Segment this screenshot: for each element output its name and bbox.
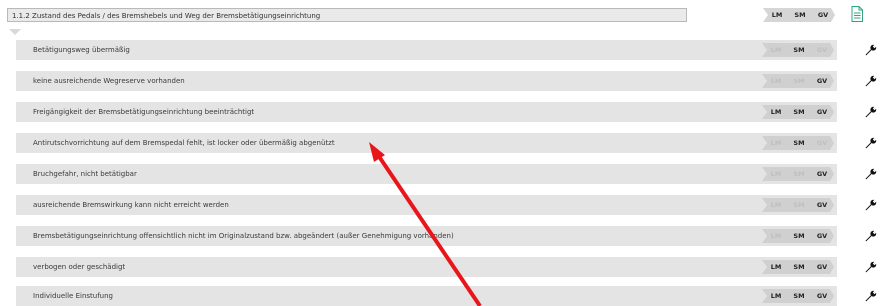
severity-badges: LM SM GV: [762, 74, 834, 88]
badge-gv[interactable]: GV: [810, 136, 834, 150]
section-header: 1.1.2 Zustand des Pedals / des Bremshebe…: [0, 0, 883, 35]
badge-gv[interactable]: GV: [810, 229, 834, 243]
badge-lm[interactable]: LM: [762, 136, 788, 150]
badge-gv[interactable]: GV: [810, 289, 834, 303]
badge-lm[interactable]: LM: [762, 105, 788, 119]
badge-sm[interactable]: SM: [788, 229, 810, 243]
header-pointer: [9, 29, 21, 35]
defect-row[interactable]: Bremsbetätigungseinrichtung offensichtli…: [16, 226, 837, 246]
badge-gv[interactable]: GV: [810, 43, 834, 57]
badge-sm[interactable]: SM: [788, 289, 810, 303]
badge-sm[interactable]: SM: [788, 167, 810, 181]
wrench-icon[interactable]: [865, 261, 877, 273]
wrench-icon[interactable]: [865, 137, 877, 149]
badge-sm[interactable]: SM: [788, 260, 810, 274]
severity-badges: LM SM GV: [762, 167, 834, 181]
severity-badges: LM SM GV: [762, 43, 834, 57]
defect-label: Individuelle Einstufung: [33, 292, 113, 300]
defect-row[interactable]: keine ausreichende Wegreserve vorhanden L…: [16, 71, 837, 91]
wrench-icon[interactable]: [865, 44, 877, 56]
wrench-icon[interactable]: [865, 290, 877, 302]
defect-label: Antirutschvorrichtung auf dem Bremspedal…: [33, 139, 335, 147]
defect-label: Betätigungsweg übermäßig: [33, 46, 130, 54]
badge-sm[interactable]: SM: [788, 74, 810, 88]
defect-label: Freigängigkeit der Bremsbetätigungseinri…: [33, 108, 255, 116]
defect-row[interactable]: verbogen oder geschädigt LM SM GV: [16, 257, 837, 277]
defect-row[interactable]: ausreichende Bremswirkung kann nicht err…: [16, 195, 837, 215]
defect-row[interactable]: Antirutschvorrichtung auf dem Bremspedal…: [16, 133, 837, 153]
badge-lm[interactable]: LM: [762, 74, 788, 88]
badge-lm[interactable]: LM: [762, 289, 788, 303]
badge-lm[interactable]: LM: [762, 229, 788, 243]
severity-badges: LM SM GV: [762, 289, 834, 303]
badge-sm[interactable]: SM: [788, 43, 810, 57]
badge-sm[interactable]: SM: [788, 198, 810, 212]
badge-lm[interactable]: LM: [762, 198, 788, 212]
document-icon[interactable]: [851, 6, 863, 22]
defect-label: Bruchgefahr, nicht betätigbar: [33, 170, 137, 178]
severity-badges: LM SM GV: [762, 136, 834, 150]
badge-sm[interactable]: SM: [788, 136, 810, 150]
defect-label: Bremsbetätigungseinrichtung offensichtli…: [33, 232, 454, 240]
defect-row[interactable]: Betätigungsweg übermäßig LM SM GV: [16, 40, 837, 60]
defect-label: verbogen oder geschädigt: [33, 263, 126, 271]
defect-label: ausreichende Bremswirkung kann nicht err…: [33, 201, 229, 209]
wrench-icon[interactable]: [865, 168, 877, 180]
badge-gv[interactable]: GV: [810, 105, 834, 119]
badge-gv[interactable]: GV: [810, 198, 834, 212]
badge-lm[interactable]: LM: [762, 167, 788, 181]
badge-sm[interactable]: SM: [788, 105, 810, 119]
badge-gv[interactable]: GV: [810, 167, 834, 181]
wrench-icon[interactable]: [865, 199, 877, 211]
severity-badges: LM SM GV: [762, 229, 834, 243]
section-title[interactable]: 1.1.2 Zustand des Pedals / des Bremshebe…: [7, 8, 687, 22]
header-severity-badges: LM SM GV: [763, 8, 835, 22]
header-badge-sm[interactable]: SM: [789, 8, 811, 22]
wrench-icon[interactable]: [865, 75, 877, 87]
severity-badges: LM SM GV: [762, 260, 834, 274]
badge-gv[interactable]: GV: [810, 260, 834, 274]
wrench-icon[interactable]: [865, 230, 877, 242]
severity-badges: LM SM GV: [762, 198, 834, 212]
badge-gv[interactable]: GV: [810, 74, 834, 88]
wrench-icon[interactable]: [865, 106, 877, 118]
badge-lm[interactable]: LM: [762, 43, 788, 57]
defect-label: keine ausreichende Wegreserve vorhanden: [33, 77, 185, 85]
header-badge-lm[interactable]: LM: [763, 8, 789, 22]
severity-badges: LM SM GV: [762, 105, 834, 119]
header-badge-gv[interactable]: GV: [811, 8, 835, 22]
defect-row[interactable]: Individuelle Einstufung LM SM GV: [16, 286, 837, 306]
defect-row[interactable]: Bruchgefahr, nicht betätigbar LM SM GV: [16, 164, 837, 184]
defect-row[interactable]: Freigängigkeit der Bremsbetätigungseinri…: [16, 102, 837, 122]
badge-lm[interactable]: LM: [762, 260, 788, 274]
